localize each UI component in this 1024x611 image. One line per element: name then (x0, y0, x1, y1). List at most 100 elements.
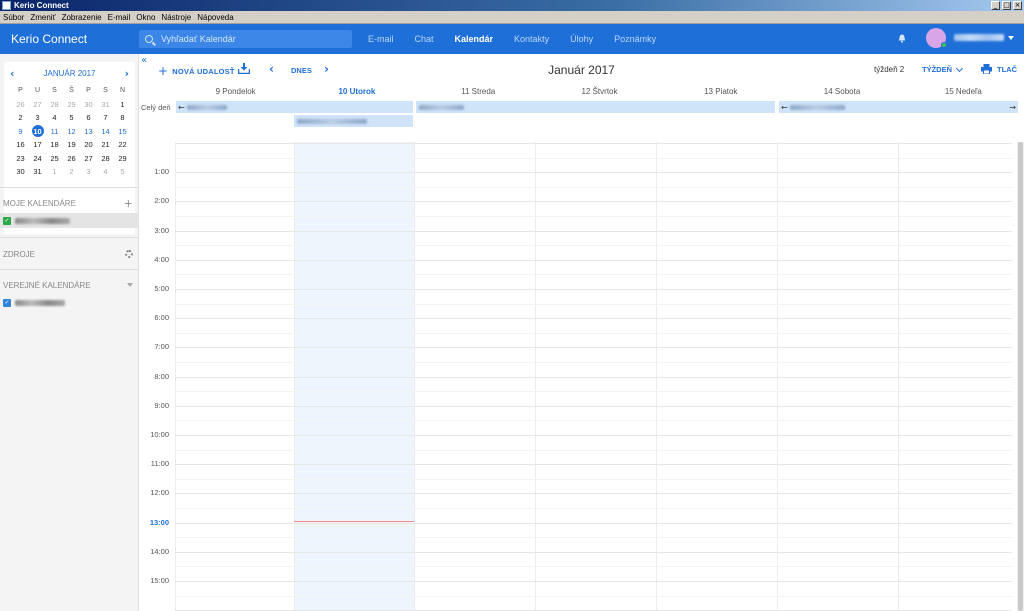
menu-help[interactable]: Nápoveda (197, 13, 233, 22)
menu-email[interactable]: E-mail (108, 13, 131, 22)
mini-calendar-day[interactable]: 2 (63, 165, 80, 179)
mini-calendar-day[interactable]: 3 (80, 165, 97, 179)
gear-icon[interactable] (125, 250, 133, 258)
calendar-main: « + NOVÁ UDALOSŤ ‹ DNES › Január 2017 tý… (139, 54, 1024, 611)
mini-calendar-day[interactable]: 31 (97, 98, 114, 112)
mini-calendar-day[interactable]: 8 (114, 111, 131, 125)
day-header[interactable]: 11 Streda (418, 87, 539, 100)
half-hour-line (175, 566, 1012, 568)
day-header[interactable]: 13 Piatok (660, 87, 781, 100)
day-header[interactable]: 12 Štvrtok (539, 87, 660, 100)
minimize-button[interactable]: _ (991, 1, 1000, 10)
search-input[interactable] (161, 34, 341, 44)
time-grid[interactable]: 1:00 2:00 3:00 4:00 5:00 6:00 7:00 8:00 9:00 10:0… (139, 142, 1012, 611)
scrollbar-thumb[interactable] (1018, 142, 1023, 611)
day-header-today[interactable]: 10 Utorok (296, 87, 417, 100)
tab-email[interactable]: E-mail (368, 34, 394, 44)
mini-calendar-day[interactable]: 18 (46, 138, 63, 152)
mini-calendar-day[interactable]: 4 (46, 111, 63, 125)
all-day-event[interactable] (294, 115, 413, 127)
mini-calendar-day[interactable]: 20 (80, 138, 97, 152)
mini-calendar-day[interactable]: 21 (97, 138, 114, 152)
add-calendar-icon[interactable]: + (124, 197, 133, 210)
hour-line (175, 318, 1012, 320)
menu-tools[interactable]: Nástroje (161, 13, 191, 22)
mini-calendar-day[interactable]: 6 (80, 111, 97, 125)
mini-calendar-day[interactable]: 9 (12, 125, 29, 139)
mini-calendar-day[interactable]: 19 (63, 138, 80, 152)
day-header[interactable]: 14 Sobota (781, 87, 902, 100)
prev-month-icon[interactable]: ‹ (10, 67, 15, 80)
mini-calendar-day[interactable]: 10 (29, 125, 46, 139)
mini-calendar-day[interactable]: 5 (114, 165, 131, 179)
mini-calendar-day[interactable]: 5 (63, 111, 80, 125)
mini-calendar-day[interactable]: 30 (12, 165, 29, 179)
half-hour-line (175, 303, 1012, 305)
view-selector[interactable]: TÝŽDEŇ (922, 64, 964, 74)
mini-calendar-day[interactable]: 29 (63, 98, 80, 112)
mini-calendar-day[interactable]: 31 (29, 165, 46, 179)
mini-calendar-day[interactable]: 11 (46, 125, 63, 139)
brand-logo[interactable]: Kerio Connect (11, 32, 139, 46)
menu-view[interactable]: Zobrazenie (62, 13, 102, 22)
scrollbar[interactable] (1017, 142, 1024, 611)
checkbox-icon[interactable]: ✓ (3, 298, 11, 307)
calendar-item[interactable]: ✓ (0, 213, 139, 228)
menu-edit[interactable]: Zmeniť (30, 13, 55, 22)
menu-file[interactable]: Súbor (3, 13, 24, 22)
mini-calendar-day[interactable]: 29 (114, 152, 131, 166)
arrow-left-icon: ← (178, 102, 185, 112)
resources-section: ZDROJE (0, 248, 139, 260)
tab-tasks[interactable]: Úlohy (570, 34, 593, 44)
mini-calendar-day[interactable]: 26 (63, 152, 80, 166)
mini-calendar-day[interactable]: 26 (12, 98, 29, 112)
mini-calendar-day[interactable]: 27 (29, 98, 46, 112)
public-calendar-item[interactable]: ✓ (0, 295, 139, 310)
mini-calendar-day[interactable]: 4 (97, 165, 114, 179)
mini-calendar-day[interactable]: 14 (97, 125, 114, 139)
tab-notes[interactable]: Poznámky (614, 34, 656, 44)
mini-calendar-day[interactable]: 28 (46, 98, 63, 112)
mini-calendar-day[interactable]: 25 (46, 152, 63, 166)
mini-calendar-day[interactable]: 28 (97, 152, 114, 166)
username-redacted[interactable] (954, 34, 1004, 41)
bell-icon[interactable] (898, 34, 906, 43)
all-day-event[interactable]: ← (176, 101, 413, 113)
day-header[interactable]: 15 Nedeľa (903, 87, 1024, 100)
mini-calendar-day[interactable]: 22 (114, 138, 131, 152)
time-label: 13:00 (149, 517, 169, 527)
mini-calendar-day[interactable]: 3 (29, 111, 46, 125)
all-day-event[interactable]: ← → (779, 101, 1018, 113)
mini-calendar-day[interactable]: 30 (80, 98, 97, 112)
mini-calendar-day[interactable]: 17 (29, 138, 46, 152)
tab-contacts[interactable]: Kontakty (514, 34, 549, 44)
chevron-down-icon[interactable] (1008, 36, 1014, 40)
mini-calendar-day[interactable]: 2 (12, 111, 29, 125)
mini-calendar-day[interactable]: 12 (63, 125, 80, 139)
caret-down-icon[interactable] (127, 283, 133, 287)
all-day-event[interactable] (416, 101, 775, 113)
close-button[interactable]: × (1013, 1, 1022, 10)
avatar[interactable] (926, 28, 947, 48)
mini-calendar-day[interactable]: 16 (12, 138, 29, 152)
mini-calendar-day[interactable]: 27 (80, 152, 97, 166)
mini-calendar-day[interactable]: 23 (12, 152, 29, 166)
maximize-button[interactable]: □ (1002, 1, 1011, 10)
day-header[interactable]: 9 Pondelok (175, 87, 296, 100)
menu-window[interactable]: Okno (136, 13, 155, 22)
mini-calendar-day[interactable]: 1 (114, 98, 131, 112)
mini-calendar-day[interactable]: 24 (29, 152, 46, 166)
tab-calendar[interactable]: Kalendár (455, 34, 494, 44)
checkbox-icon[interactable]: ✓ (3, 216, 11, 225)
next-month-icon[interactable]: › (124, 67, 129, 80)
mini-calendar-day[interactable]: 7 (97, 111, 114, 125)
mini-calendar-day[interactable]: 13 (80, 125, 97, 139)
search-box[interactable] (139, 30, 352, 48)
weekday-label: P (86, 87, 91, 95)
tab-chat[interactable]: Chat (415, 34, 434, 44)
mini-calendar-today[interactable]: 10 (31, 125, 44, 138)
mini-calendar-day[interactable]: 15 (114, 125, 131, 139)
mini-calendar-day[interactable]: 1 (46, 165, 63, 179)
time-label: 3:00 (154, 225, 169, 235)
print-button[interactable]: TLAČ (981, 64, 1017, 74)
